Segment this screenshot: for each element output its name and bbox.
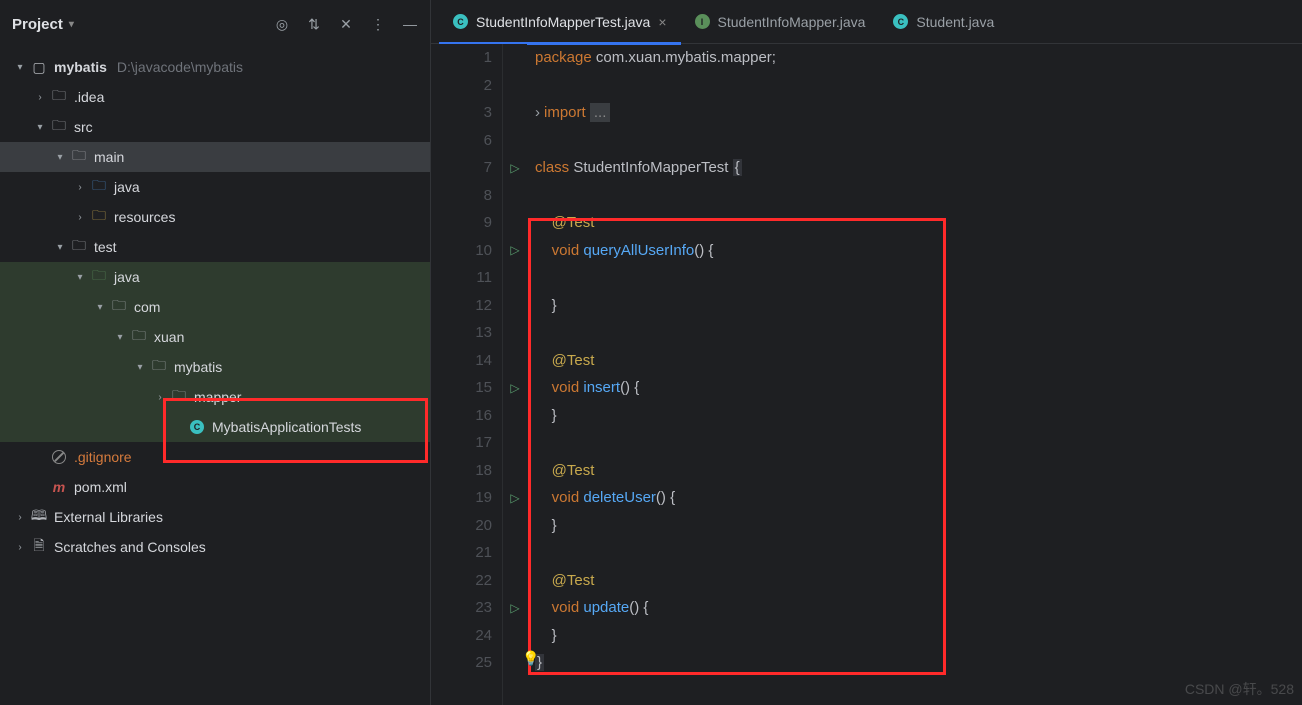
chevron-right-icon[interactable]: › bbox=[72, 212, 88, 223]
project-sidebar: Project ▾ ◎ ⇅ ✕ ⋮ — ▾ ▢ mybatis D:\javac… bbox=[0, 0, 431, 705]
tree-item-label: xuan bbox=[154, 329, 184, 345]
tree-item-label: main bbox=[94, 149, 124, 165]
bulb-icon[interactable]: 💡 bbox=[522, 650, 539, 667]
package-icon: 🗀 bbox=[110, 295, 128, 319]
sidebar-title-text: Project bbox=[12, 16, 63, 33]
tree-gitignore[interactable]: › .gitignore bbox=[0, 442, 430, 472]
folder-icon: 🗀 bbox=[90, 205, 108, 229]
maven-icon: m bbox=[50, 479, 68, 495]
tree-mybatis-pkg[interactable]: ▾ 🗀 mybatis bbox=[0, 352, 430, 382]
close-icon[interactable]: ✕ bbox=[338, 16, 354, 32]
tree-item-label: mapper bbox=[194, 389, 241, 405]
tab-student-info-mapper-test[interactable]: C StudentInfoMapperTest.java × bbox=[439, 0, 681, 44]
tree-item-label: java bbox=[114, 269, 140, 285]
chevron-right-icon[interactable]: › bbox=[72, 182, 88, 193]
class-icon: C bbox=[453, 14, 468, 29]
watermark: CSDN @轩。528 bbox=[1185, 679, 1294, 699]
tree-item-label: mybatis bbox=[174, 359, 222, 375]
chevron-down-icon[interactable]: ▾ bbox=[52, 242, 68, 253]
tree-main[interactable]: ▾ 🗀 main bbox=[0, 142, 430, 172]
tab-label: StudentInfoMapperTest.java bbox=[476, 14, 650, 30]
chevron-down-icon[interactable]: ▾ bbox=[52, 152, 68, 163]
chevron-down-icon: ▾ bbox=[69, 19, 74, 30]
interface-icon: I bbox=[695, 14, 710, 29]
tree-item-label: src bbox=[74, 119, 93, 135]
root-name: mybatis bbox=[54, 59, 107, 75]
editor-area: C StudentInfoMapperTest.java × I Student… bbox=[431, 0, 1302, 705]
tree-resources[interactable]: › 🗀 resources bbox=[0, 202, 430, 232]
class-icon: C bbox=[188, 420, 206, 434]
tree-java-test[interactable]: ▾ 🗀 java bbox=[0, 262, 430, 292]
tree-pom[interactable]: › m pom.xml bbox=[0, 472, 430, 502]
tree-java-main[interactable]: › 🗀 java bbox=[0, 172, 430, 202]
module-icon: ▢ bbox=[30, 59, 48, 76]
sidebar-title[interactable]: Project ▾ bbox=[12, 16, 74, 33]
more-icon[interactable]: ⋮ bbox=[370, 16, 386, 32]
chevron-down-icon[interactable]: ▾ bbox=[12, 62, 28, 73]
hide-icon[interactable]: — bbox=[402, 16, 418, 32]
tree-ext-lib[interactable]: › 🕮 External Libraries bbox=[0, 502, 430, 532]
chevron-down-icon[interactable]: ▾ bbox=[92, 302, 108, 313]
chevron-down-icon[interactable]: ▾ bbox=[72, 272, 88, 283]
tree-src[interactable]: ▾ 🗀 src bbox=[0, 112, 430, 142]
chevron-down-icon[interactable]: ▾ bbox=[112, 332, 128, 343]
editor-tabs: C StudentInfoMapperTest.java × I Student… bbox=[431, 0, 1302, 44]
root-path: D:\javacode\mybatis bbox=[117, 59, 243, 75]
tree-mybatis-app-tests[interactable]: › C MybatisApplicationTests bbox=[0, 412, 430, 442]
editor-body[interactable]: 123678910111213141516171819202122232425 … bbox=[431, 44, 1302, 705]
tab-label: StudentInfoMapper.java bbox=[718, 14, 866, 30]
chevron-right-icon[interactable]: › bbox=[12, 512, 28, 523]
folder-icon: 🗀 bbox=[90, 265, 108, 289]
tree-xuan[interactable]: ▾ 🗀 xuan bbox=[0, 322, 430, 352]
package-icon: 🗀 bbox=[170, 385, 188, 409]
folder-icon: 🗀 bbox=[50, 85, 68, 109]
tab-student-info-mapper[interactable]: I StudentInfoMapper.java bbox=[681, 0, 880, 44]
sidebar-actions: ◎ ⇅ ✕ ⋮ — bbox=[274, 16, 418, 32]
close-icon[interactable]: × bbox=[658, 14, 666, 30]
project-tree[interactable]: ▾ ▢ mybatis D:\javacode\mybatis › 🗀 .ide… bbox=[0, 48, 430, 705]
tree-root[interactable]: ▾ ▢ mybatis D:\javacode\mybatis bbox=[0, 52, 430, 82]
tree-com[interactable]: ▾ 🗀 com bbox=[0, 292, 430, 322]
tree-item-label: pom.xml bbox=[74, 479, 127, 495]
chevron-right-icon[interactable]: › bbox=[12, 542, 28, 553]
line-number-gutter[interactable]: 123678910111213141516171819202122232425 bbox=[431, 44, 503, 705]
package-icon: 🗀 bbox=[150, 355, 168, 379]
chevron-down-icon[interactable]: ▾ bbox=[32, 122, 48, 133]
folder-icon: 🗀 bbox=[70, 235, 88, 259]
sidebar-header: Project ▾ ◎ ⇅ ✕ ⋮ — bbox=[0, 0, 430, 48]
class-icon: C bbox=[893, 14, 908, 29]
tree-item-label: resources bbox=[114, 209, 175, 225]
tree-item-label: External Libraries bbox=[54, 509, 163, 525]
tree-item-label: .idea bbox=[74, 89, 104, 105]
tree-scratches[interactable]: › 🗎 Scratches and Consoles bbox=[0, 532, 430, 562]
folder-icon: 🗀 bbox=[90, 175, 108, 199]
tree-item-label: MybatisApplicationTests bbox=[212, 419, 361, 435]
tab-label: Student.java bbox=[916, 14, 994, 30]
tree-item-label: java bbox=[114, 179, 140, 195]
expand-icon[interactable]: ⇅ bbox=[306, 16, 322, 32]
chevron-right-icon[interactable]: › bbox=[152, 392, 168, 403]
tree-item-label: com bbox=[134, 299, 160, 315]
chevron-right-icon[interactable]: › bbox=[32, 92, 48, 103]
library-icon: 🕮 bbox=[30, 505, 48, 529]
package-icon: 🗀 bbox=[130, 325, 148, 349]
tree-item-label: test bbox=[94, 239, 117, 255]
tree-item-label: Scratches and Consoles bbox=[54, 539, 206, 555]
scratch-icon: 🗎 bbox=[30, 535, 48, 559]
code-area[interactable]: package com.xuan.mybatis.mapper;›import … bbox=[527, 44, 1302, 705]
folder-icon: 🗀 bbox=[50, 115, 68, 139]
target-icon[interactable]: ◎ bbox=[274, 16, 290, 32]
chevron-down-icon[interactable]: ▾ bbox=[132, 362, 148, 373]
tree-test[interactable]: ▾ 🗀 test bbox=[0, 232, 430, 262]
gitignore-icon bbox=[50, 450, 68, 464]
tree-mapper[interactable]: › 🗀 mapper bbox=[0, 382, 430, 412]
folder-icon: 🗀 bbox=[70, 145, 88, 169]
tree-idea[interactable]: › 🗀 .idea bbox=[0, 82, 430, 112]
tree-item-label: .gitignore bbox=[74, 449, 132, 465]
run-gutter[interactable]: ▷▷▷▷▷ bbox=[503, 44, 527, 705]
tab-student[interactable]: C Student.java bbox=[879, 0, 1008, 44]
